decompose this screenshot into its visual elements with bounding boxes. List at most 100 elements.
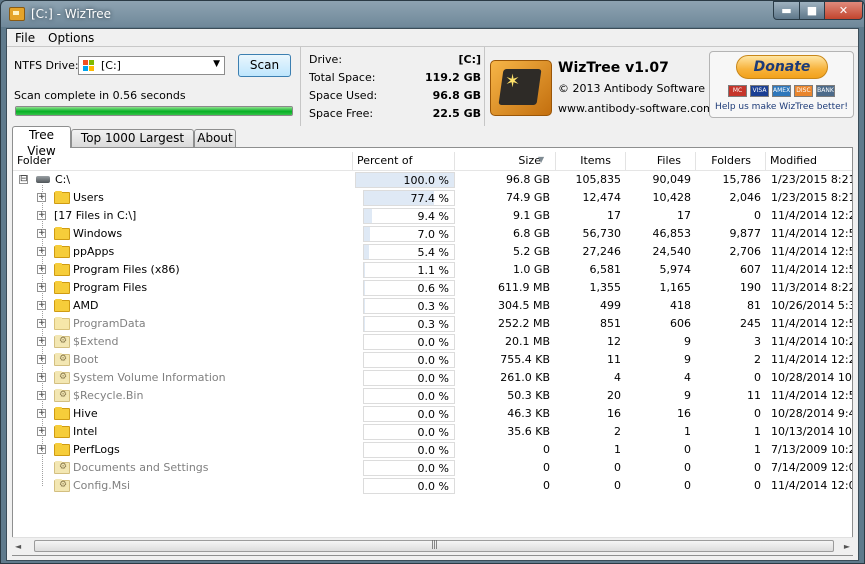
folder-name: C:\ [55, 173, 71, 186]
dropdown-arrow-icon[interactable]: ▼ [213, 59, 220, 69]
windows-drive-icon [83, 60, 95, 71]
percent-bar: 0.0 % [363, 370, 455, 386]
table-row[interactable]: + ppApps 5.4 % 5.2 GB 27,246 24,540 2,706 11/… [13, 243, 852, 261]
files-value: 0 [684, 479, 691, 492]
items-value: 27,246 [582, 245, 622, 258]
percent-of-parent: 5.4 % [417, 246, 449, 259]
donate-button[interactable]: Donate [736, 55, 828, 79]
menu-file[interactable]: File [15, 31, 35, 45]
table-row[interactable]: + Program Files (x86) 1.1 % 1.0 GB 6,581 5,… [13, 261, 852, 279]
modified-value: 10/28/2014 9:48 [771, 407, 852, 420]
table-row[interactable]: + Windows 7.0 % 6.8 GB 56,730 46,853 9,877 11… [13, 225, 852, 243]
donate-panel[interactable]: Donate MC VISA AMEX DISC BANK Help us ma… [709, 51, 854, 118]
modified-value: 7/13/2009 10:20 [771, 443, 852, 456]
items-value: 20 [607, 389, 621, 402]
system-folder-icon [54, 461, 70, 474]
percent-fill [364, 209, 373, 223]
folder-name: Hive [73, 407, 98, 420]
tab-top-1000-files[interactable]: Top 1000 Largest Files [71, 129, 194, 161]
files-value: 9 [684, 389, 691, 402]
scroll-right-icon[interactable]: ► [844, 542, 850, 551]
sort-descending-icon: ▼ [538, 155, 545, 164]
stat-drive-label: Drive: [309, 53, 343, 66]
modified-value: 11/4/2014 12:57 [771, 317, 852, 330]
files-value: 0 [684, 443, 691, 456]
folder-name: AMD [73, 299, 99, 312]
percent-of-parent: 0.3 % [417, 318, 449, 331]
mastercard-icon: MC [728, 85, 747, 97]
col-items[interactable]: Items [556, 152, 626, 170]
folder-icon [54, 281, 70, 294]
percent-fill [364, 281, 365, 295]
table-row[interactable]: + AMD 0.3 % 304.5 MB 499 418 81 10/26/2014 5:… [13, 297, 852, 315]
donate-caption: Help us make WizTree better! [715, 102, 848, 112]
percent-fill [364, 227, 371, 241]
percent-bar: 1.1 % [363, 262, 455, 278]
items-value: 0 [614, 479, 621, 492]
horizontal-scrollbar[interactable]: ◄ ||| ► [12, 537, 853, 555]
close-button[interactable]: ✕ [824, 1, 863, 20]
files-value: 0 [684, 461, 691, 474]
menu-options[interactable]: Options [48, 31, 94, 45]
table-row[interactable]: +$Extend 0.0 % 20.1 MB129311/4/2014 10:2… [13, 333, 852, 351]
percent-bar: 0.0 % [363, 478, 455, 494]
scrollbar-thumb[interactable]: ||| [34, 540, 834, 552]
collapse-icon[interactable]: ⊟ [19, 175, 28, 184]
table-row[interactable]: + ProgramData 0.3 % 252.2 MB 851 606 245 11/4… [13, 315, 852, 333]
size-value: 0 [543, 461, 550, 474]
scan-button[interactable]: Scan [238, 54, 291, 77]
size-value: 5.2 GB [512, 245, 550, 258]
folder-name: Intel [73, 425, 98, 438]
percent-of-parent: 9.4 % [417, 210, 449, 223]
scroll-left-icon[interactable]: ◄ [15, 542, 21, 551]
scan-progress-bar [15, 106, 293, 116]
col-folder[interactable]: Folder [13, 152, 353, 170]
table-row[interactable]: +System Volume Information 0.0 % 261.0 K… [13, 369, 852, 387]
drive-select[interactable]: [C:] ▼ [78, 56, 225, 75]
table-row[interactable]: ⊟ C:\ 100.0 % 96.8 GB 105,835 90,049 15,786 1… [13, 171, 852, 189]
items-value: 0 [614, 461, 621, 474]
table-row[interactable]: +Hive 0.0 % 46.3 KB1616010/28/2014 9:48 [13, 405, 852, 423]
size-value: 611.9 MB [497, 281, 550, 294]
percent-of-parent: 0.0 % [417, 444, 449, 457]
maximize-button[interactable]: ■ [799, 1, 825, 20]
table-row[interactable]: +$Recycle.Bin 0.0 % 50.3 KB2091111/4/201… [13, 387, 852, 405]
folders-value: 9,877 [729, 227, 762, 240]
files-value: 10,428 [652, 191, 692, 204]
website-link[interactable]: www.antibody-software.com [558, 102, 714, 115]
title-bar[interactable]: [C:] - WizTree ▬ ■ ✕ [1, 1, 864, 27]
folder-icon [54, 443, 70, 456]
tab-tree-view[interactable]: Tree View [12, 126, 71, 158]
tab-about[interactable]: About [194, 129, 236, 147]
table-row[interactable]: + Program Files 0.6 % 611.9 MB 1,355 1,165 1… [13, 279, 852, 297]
col-modified[interactable]: Modified [766, 152, 852, 170]
percent-bar: 0.0 % [363, 388, 455, 404]
col-folders[interactable]: Folders [696, 152, 766, 170]
folder-tree-list[interactable]: Folder Percent of Parent Size Items File… [12, 147, 853, 556]
percent-of-parent: 0.0 % [417, 336, 449, 349]
col-files[interactable]: Files [626, 152, 696, 170]
col-percent[interactable]: Percent of Parent [353, 152, 455, 184]
drive-icon [36, 176, 50, 183]
folders-value: 1 [754, 425, 761, 438]
percent-of-parent: 0.0 % [417, 390, 449, 403]
minimize-button[interactable]: ▬ [773, 1, 800, 20]
table-row[interactable]: +Intel 0.0 % 35.6 KB21110/13/2014 10:4 [13, 423, 852, 441]
modified-value: 11/4/2014 12:57 [771, 245, 852, 258]
table-row[interactable]: Config.Msi 0.0 % 0 0 0 0 11/4/2014 12:08 [13, 477, 852, 495]
folders-value: 245 [740, 317, 761, 330]
folders-value: 0 [754, 461, 761, 474]
table-row[interactable]: + Users 77.4 % 74.9 GB 12,474 10,428 2,046 1/… [13, 189, 852, 207]
table-row[interactable]: + [17 Files in C:\] 9.4 % 9.1 GB 17 17 0 11/4… [13, 207, 852, 225]
copyright: © 2013 Antibody Software [558, 82, 706, 95]
items-value: 12 [607, 335, 621, 348]
table-row[interactable]: Documents and Settings 0.0 % 0 0 0 0 7/14/20… [13, 459, 852, 477]
folders-value: 3 [754, 335, 761, 348]
percent-of-parent: 0.0 % [417, 408, 449, 421]
table-row[interactable]: +PerfLogs 0.0 % 01017/13/2009 10:20 [13, 441, 852, 459]
folders-value: 11 [747, 389, 761, 402]
items-value: 1 [614, 443, 621, 456]
table-row[interactable]: +Boot 0.0 % 755.4 KB119211/4/2014 12:23 [13, 351, 852, 369]
tree-connector-line [42, 185, 44, 486]
percent-bar: 0.6 % [363, 280, 455, 296]
